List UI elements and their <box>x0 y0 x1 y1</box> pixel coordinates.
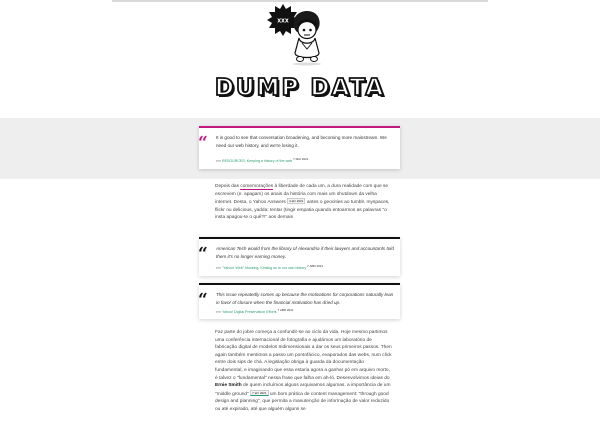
quote-text: This issue repeatedly comes up because t… <box>216 292 394 305</box>
article-paragraph-1: Depois das comemorações à liberdade de c… <box>215 183 393 222</box>
top-rule <box>112 0 488 2</box>
quote-mark-icon: “ <box>198 244 208 264</box>
quote-mark-icon: “ <box>198 290 208 310</box>
paragraph-text: Faz parte do jobre começa a confundir-se… <box>215 330 392 381</box>
quote-accent-bar <box>199 126 400 128</box>
quote-source-date: 7 ABR 2021 <box>277 308 294 312</box>
quote-mark-icon: “ <box>198 133 208 153</box>
quote-source-link[interactable]: RESOURCES: Keeping a history of the web <box>222 159 292 163</box>
quote-source-prefix: em <box>216 159 221 164</box>
quote-source-link[interactable]: "Yahoo! Web" Mocking, Kinking us in our … <box>222 266 306 270</box>
site-title[interactable]: DUMP DATA <box>0 74 600 102</box>
quote-text: American Tech would from the library of … <box>216 246 394 259</box>
skull-mascot-logo-icon[interactable]: XXX <box>264 3 336 67</box>
article-paragraph-2: Faz parte do jobre começa a confundir-se… <box>215 329 393 414</box>
quote-card-2: “ American Tech would from the library o… <box>198 237 400 276</box>
quote-source-prefix: em <box>216 310 221 315</box>
quote-card-1: “ It is good to see that conversation br… <box>198 126 400 169</box>
quote-source-date: 7 MAI 2021 <box>293 157 309 161</box>
quote-accent-bar <box>199 237 400 239</box>
quote-source: em Yahoo! Digital Preservation Efforts 7… <box>216 308 394 315</box>
quote-accent-bar <box>199 283 400 285</box>
quote-source-prefix: em <box>216 266 221 271</box>
date-tag: 4 abr 2021 <box>287 198 306 205</box>
quote-text: It is good to see that conversation broa… <box>216 135 387 148</box>
comemoracoes-link[interactable]: comemorações <box>240 184 274 190</box>
paragraph-text: Depois das <box>215 184 239 189</box>
quote-source: em "Yahoo! Web" Mocking, Kinking us in o… <box>216 264 394 271</box>
quote-source-link[interactable]: Yahoo! Digital Preservation Efforts <box>222 310 277 314</box>
author-name: Ernie Smith <box>215 383 242 389</box>
quote-source: em RESOURCES: Keeping a history of the w… <box>216 157 394 164</box>
quote-source-date: 7 ABR 2021 <box>307 264 324 268</box>
date-tag: 7 abr 2021 <box>250 389 269 396</box>
badge-text: XXX <box>277 19 289 25</box>
quote-card-3: “ This issue repeatedly comes up because… <box>198 283 400 319</box>
